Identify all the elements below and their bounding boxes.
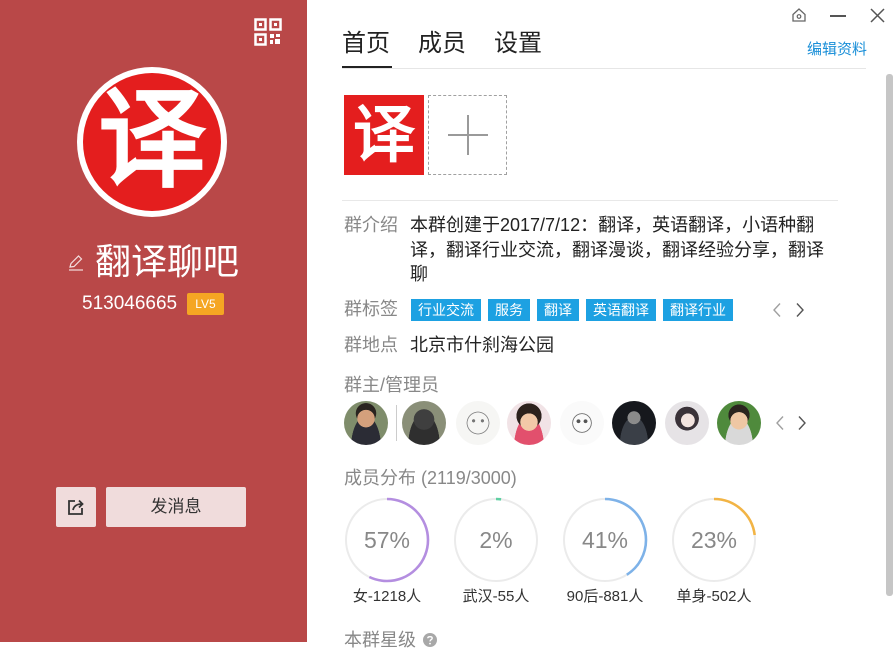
admin-divider [396, 405, 397, 441]
profile-sidebar: 译 翻译聊吧 513046665 LV5 发消息 [0, 0, 307, 642]
admin-avatar[interactable] [665, 401, 709, 445]
star-level-label: 本群星级 [344, 630, 416, 650]
donut-percent: 57% [363, 527, 411, 553]
member-count: (2119/3000) [421, 468, 517, 488]
donut-gender[interactable]: 57% [343, 496, 431, 584]
group-avatar-thumb[interactable]: 译 [344, 95, 424, 175]
tag-item[interactable]: 服务 [488, 299, 530, 321]
distribution-title: 成员分布 [344, 468, 416, 488]
minimize-icon[interactable] [829, 8, 847, 24]
tag-item[interactable]: 行业交流 [411, 299, 481, 321]
house-icon[interactable] [791, 7, 807, 23]
plus-icon-vertical [467, 115, 469, 155]
location-label: 群地点 [344, 335, 398, 355]
owner-avatar[interactable] [344, 401, 388, 445]
tag-list: 行业交流 服务 翻译 英语翻译 翻译行业 [411, 299, 733, 321]
tab-members[interactable]: 成员 [418, 29, 466, 59]
donut-age[interactable]: 41% [561, 496, 649, 584]
chevron-left-icon[interactable] [775, 415, 785, 431]
share-button[interactable] [56, 487, 96, 527]
qr-code-icon[interactable] [254, 18, 282, 46]
tag-item[interactable]: 翻译行业 [663, 299, 733, 321]
donut-percent: 41% [581, 527, 629, 553]
donut-caption: 单身-502人 [676, 588, 752, 605]
add-avatar-button[interactable] [428, 95, 507, 175]
group-avatar-large[interactable]: 译 [77, 67, 227, 217]
tab-home[interactable]: 首页 [342, 29, 390, 59]
donut-percent: 23% [690, 527, 738, 553]
donut-region[interactable]: 2% [452, 496, 540, 584]
chevron-right-icon[interactable] [797, 415, 807, 431]
chevron-left-icon[interactable] [772, 302, 782, 318]
admin-avatar[interactable] [717, 401, 761, 445]
chevron-right-icon[interactable] [795, 302, 805, 318]
admin-avatar[interactable] [507, 401, 551, 445]
admin-avatar[interactable] [402, 401, 446, 445]
share-icon [68, 499, 84, 515]
admins-label: 群主/管理员 [344, 375, 440, 395]
intro-label: 群介绍 [344, 215, 398, 235]
question-icon[interactable] [423, 633, 437, 647]
tab-divider [342, 68, 866, 69]
level-badge: LV5 [187, 293, 224, 315]
tab-settings[interactable]: 设置 [494, 29, 542, 59]
close-icon[interactable] [869, 7, 886, 24]
admin-avatar[interactable] [612, 401, 656, 445]
donut-percent: 2% [479, 527, 513, 553]
intro-text: 本群创建于2017/7/12：翻译，英语翻译，小语种翻译，翻译行业交流，翻译漫谈… [410, 215, 824, 284]
edit-profile-link[interactable]: 编辑资料 [807, 41, 867, 59]
group-number: 513046665 [82, 293, 178, 314]
group-avatar-char: 译 [83, 73, 221, 211]
donut-caption: 90后-881人 [566, 588, 644, 605]
location-value: 北京市什刹海公园 [410, 335, 554, 355]
admin-avatar[interactable] [560, 401, 604, 445]
tags-label: 群标签 [344, 299, 398, 319]
send-message-button[interactable]: 发消息 [106, 487, 246, 527]
scrollbar-thumb[interactable] [886, 74, 893, 596]
section-divider [342, 200, 838, 201]
donut-caption: 女-1218人 [352, 588, 422, 605]
tag-item[interactable]: 英语翻译 [586, 299, 656, 321]
donut-caption: 武汉-55人 [462, 588, 530, 605]
distribution-label: 成员分布 (2119/3000) [344, 466, 517, 490]
pencil-icon[interactable] [67, 254, 85, 272]
donut-single[interactable]: 23% [670, 496, 758, 584]
tag-item[interactable]: 翻译 [537, 299, 579, 321]
admin-avatar[interactable] [456, 401, 500, 445]
active-tab-indicator [342, 66, 392, 68]
group-name: 翻译聊吧 [95, 241, 240, 282]
